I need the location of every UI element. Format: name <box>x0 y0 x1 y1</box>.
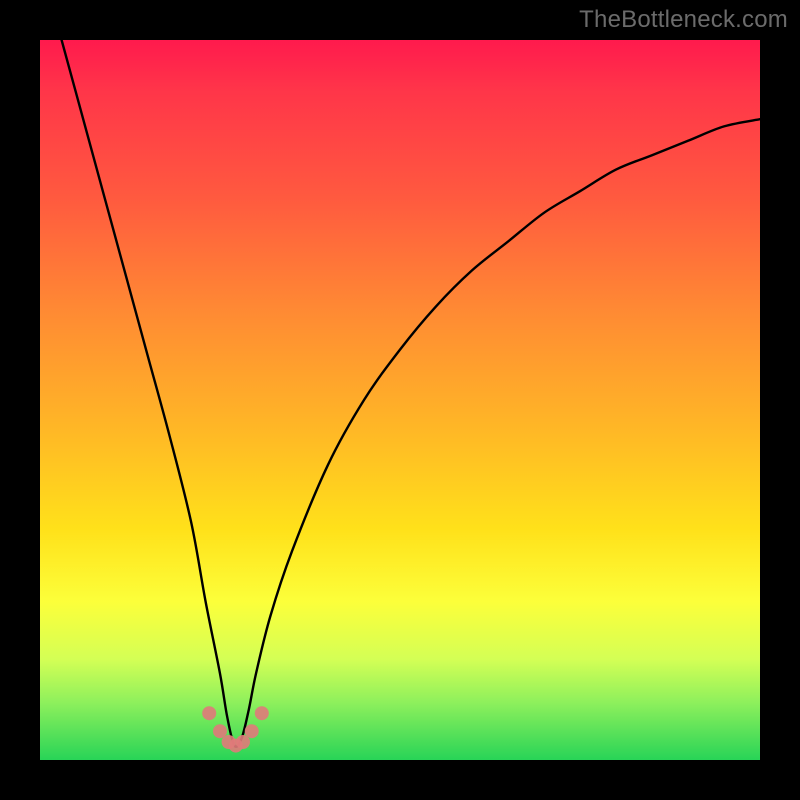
plot-area <box>40 40 760 760</box>
curve-layer <box>40 40 760 760</box>
bottleneck-curve <box>62 40 760 747</box>
optimum-dot <box>236 735 250 749</box>
optimum-dot <box>245 724 259 738</box>
optimum-markers <box>202 706 269 752</box>
optimum-dot <box>255 706 269 720</box>
optimum-dot <box>202 706 216 720</box>
chart-frame: TheBottleneck.com <box>0 0 800 800</box>
watermark-text: TheBottleneck.com <box>579 6 788 34</box>
